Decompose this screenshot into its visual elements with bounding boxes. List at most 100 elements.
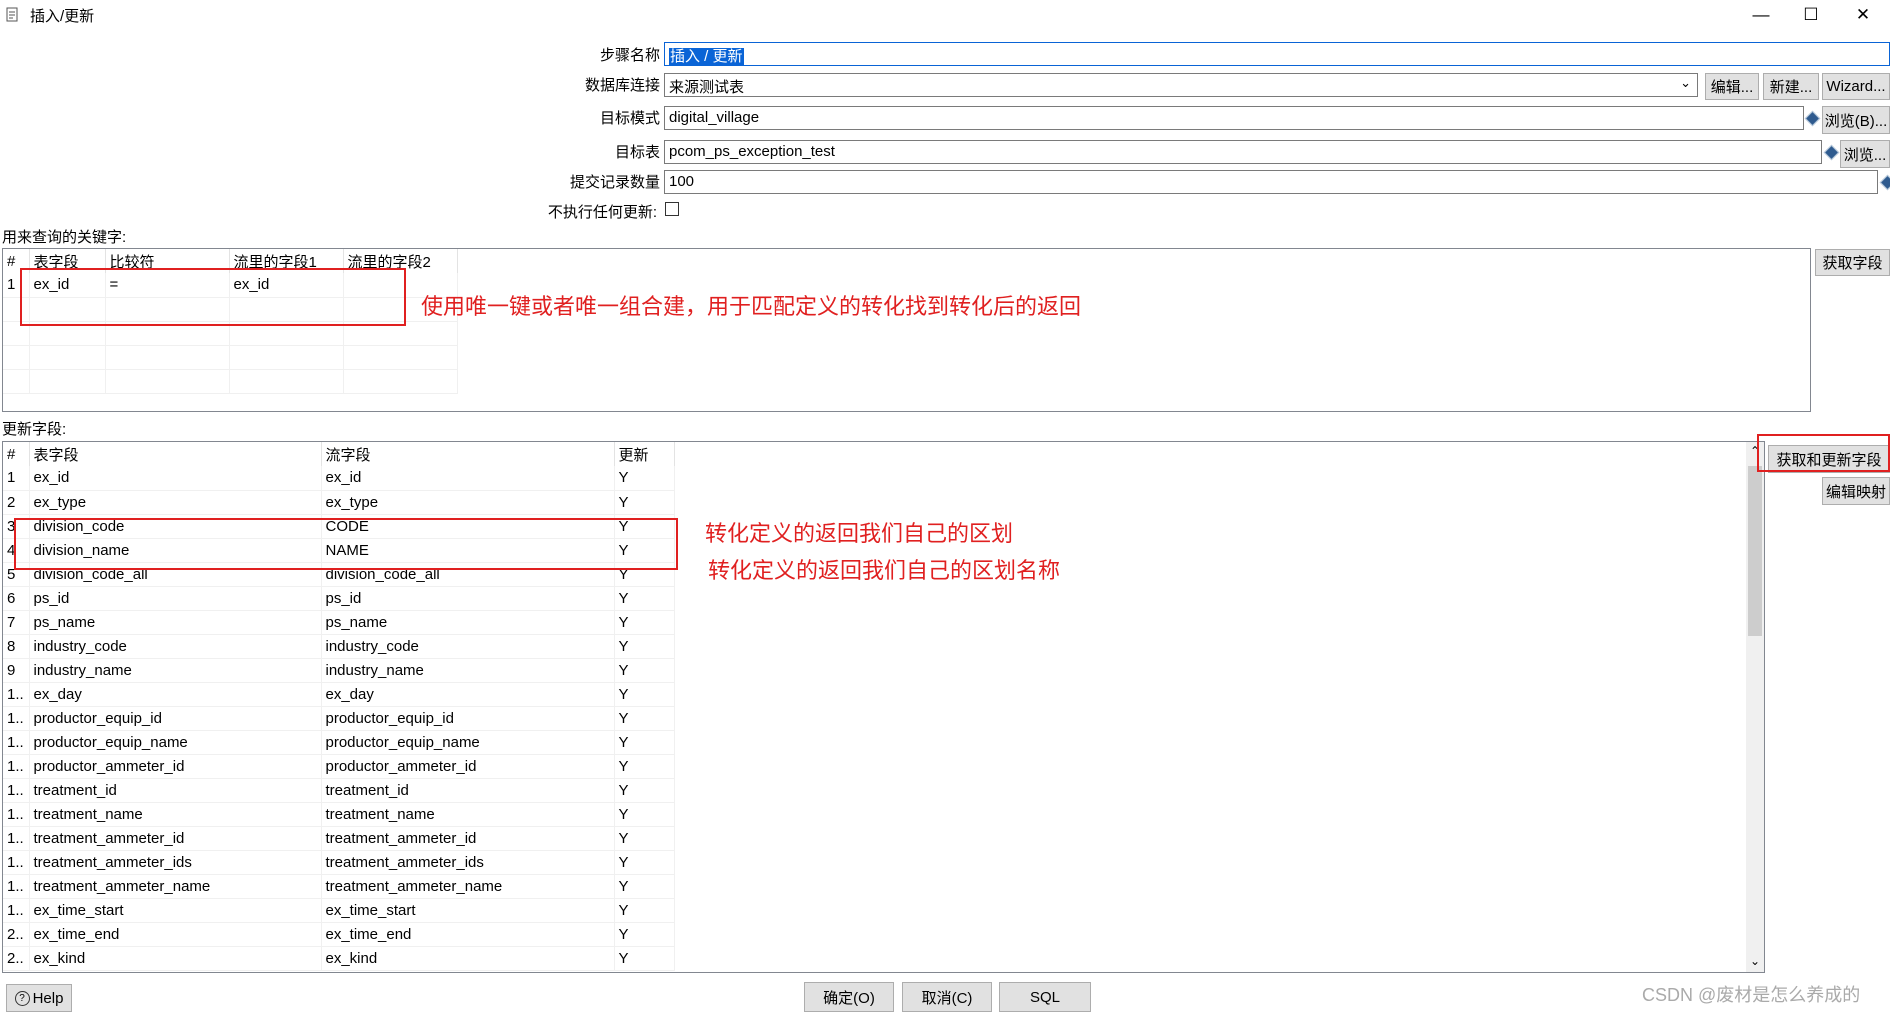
cell-index[interactable]: 1.. xyxy=(3,706,30,731)
commit-size-input[interactable]: 100 xyxy=(664,170,1878,194)
column-header-table-field[interactable]: 表字段 xyxy=(29,442,322,466)
cell-stream-field[interactable]: ex_day xyxy=(321,682,615,707)
column-header-update-flag[interactable]: 更新 xyxy=(614,442,675,466)
cell-stream-field[interactable]: ex_time_end xyxy=(321,922,615,947)
cell-update-flag[interactable]: Y xyxy=(614,802,675,827)
get-fields-button[interactable]: 获取字段 xyxy=(1815,249,1890,276)
new-connection-button[interactable]: 新建... xyxy=(1763,73,1819,100)
table-row[interactable]: 1.. treatment_ammeter_ids treatment_ammete… xyxy=(3,850,675,875)
cell-update-flag[interactable]: Y xyxy=(614,874,675,899)
cell-table-field[interactable]: treatment_name xyxy=(29,802,322,827)
scrollbar-thumb[interactable] xyxy=(1748,466,1762,636)
cell-table-field[interactable]: treatment_ammeter_id xyxy=(29,826,322,851)
table-row[interactable]: 1.. ex_day ex_day Y xyxy=(3,682,675,707)
table-row[interactable]: 1 ex_id ex_id Y xyxy=(3,466,675,491)
table-row[interactable]: 1.. treatment_name treatment_name Y xyxy=(3,802,675,827)
cell-stream-field[interactable]: treatment_id xyxy=(321,778,615,803)
cell-table-field[interactable]: productor_ammeter_id xyxy=(29,754,322,779)
cell-table-field[interactable]: ex_kind xyxy=(29,946,322,971)
no-update-checkbox[interactable] xyxy=(665,202,679,216)
cell-stream-field[interactable]: productor_equip_id xyxy=(321,706,615,731)
cell-table-field[interactable]: ex_time_end xyxy=(29,922,322,947)
cell-table-field[interactable]: industry_name xyxy=(29,658,322,683)
cell-update-flag[interactable]: Y xyxy=(614,586,675,611)
cell-stream-field[interactable]: ex_type xyxy=(321,490,615,515)
cell-stream-field[interactable]: ex_id xyxy=(321,466,615,491)
cell-table-field[interactable]: productor_equip_id xyxy=(29,706,322,731)
table-row[interactable]: 2.. ex_kind ex_kind Y xyxy=(3,946,675,971)
target-table-input[interactable]: pcom_ps_exception_test xyxy=(664,140,1822,164)
table-row[interactable]: 1.. productor_equip_id productor_equip_id Y xyxy=(3,706,675,731)
cell-table-field[interactable]: productor_equip_name xyxy=(29,730,322,755)
cell-update-flag[interactable]: Y xyxy=(614,730,675,755)
maximize-icon[interactable]: ☐ xyxy=(1788,2,1834,28)
cell-index[interactable]: 1.. xyxy=(3,754,30,779)
cell-index[interactable]: 1.. xyxy=(3,682,30,707)
cell-update-flag[interactable]: Y xyxy=(614,634,675,659)
cell-stream-field[interactable]: treatment_name xyxy=(321,802,615,827)
step-name-input[interactable]: 插入 / 更新 xyxy=(664,42,1890,66)
cell-index[interactable]: 1.. xyxy=(3,874,30,899)
cell-update-flag[interactable]: Y xyxy=(614,610,675,635)
cell-index[interactable]: 2.. xyxy=(3,922,30,947)
cell-index[interactable]: 1 xyxy=(3,466,30,491)
cell-update-flag[interactable]: Y xyxy=(614,922,675,947)
table-row[interactable]: 8 industry_code industry_code Y xyxy=(3,634,675,659)
minimize-icon[interactable]: — xyxy=(1738,2,1784,28)
table-row[interactable]: 1.. productor_ammeter_id productor_ammeter… xyxy=(3,754,675,779)
cell-update-flag[interactable]: Y xyxy=(614,778,675,803)
edit-connection-button[interactable]: 编辑... xyxy=(1705,73,1759,100)
cell-stream-field[interactable]: treatment_ammeter_name xyxy=(321,874,615,899)
cell-update-flag[interactable]: Y xyxy=(614,490,675,515)
cell-stream-field[interactable]: treatment_ammeter_ids xyxy=(321,850,615,875)
cell-table-field[interactable]: ex_day xyxy=(29,682,322,707)
table-row[interactable]: 1.. treatment_ammeter_id treatment_ammeter… xyxy=(3,826,675,851)
table-row[interactable]: 1.. treatment_id treatment_id Y xyxy=(3,778,675,803)
cell-update-flag[interactable]: Y xyxy=(614,682,675,707)
table-row[interactable]: 1.. productor_equip_name productor_equip_n… xyxy=(3,730,675,755)
cell-index[interactable]: 1.. xyxy=(3,802,30,827)
cell-stream-field[interactable]: ex_kind xyxy=(321,946,615,971)
cell-table-field[interactable]: treatment_ammeter_name xyxy=(29,874,322,899)
table-row[interactable]: 9 industry_name industry_name Y xyxy=(3,658,675,683)
cell-stream-field[interactable]: industry_name xyxy=(321,658,615,683)
cell-table-field[interactable]: ps_name xyxy=(29,610,322,635)
cell-index[interactable]: 9 xyxy=(3,658,30,683)
cell-update-flag[interactable]: Y xyxy=(614,754,675,779)
table-row[interactable]: 1.. ex_time_start ex_time_start Y xyxy=(3,898,675,923)
table-row[interactable]: 1.. treatment_ammeter_name treatment_ammet… xyxy=(3,874,675,899)
cell-update-flag[interactable]: Y xyxy=(614,946,675,971)
vertical-scrollbar[interactable]: ⌃ ⌄ xyxy=(1746,442,1764,972)
cell-table-field[interactable]: ps_id xyxy=(29,586,322,611)
help-button[interactable]: ? Help xyxy=(6,984,72,1012)
cell-table-field[interactable]: ex_time_start xyxy=(29,898,322,923)
cell-index[interactable]: 1.. xyxy=(3,898,30,923)
cell-index[interactable]: 8 xyxy=(3,634,30,659)
table-row[interactable]: 2 ex_type ex_type Y xyxy=(3,490,675,515)
column-header-stream-field[interactable]: 流字段 xyxy=(321,442,615,466)
table-row[interactable]: 2.. ex_time_end ex_time_end Y xyxy=(3,922,675,947)
ok-button[interactable]: 确定(O) xyxy=(804,982,894,1012)
cell-stream-field[interactable]: industry_code xyxy=(321,634,615,659)
cell-index[interactable]: 7 xyxy=(3,610,30,635)
cell-stream-field[interactable]: ex_time_start xyxy=(321,898,615,923)
cell-index[interactable]: 1.. xyxy=(3,850,30,875)
cell-stream-field[interactable]: productor_ammeter_id xyxy=(321,754,615,779)
cell-stream-field[interactable]: ps_id xyxy=(321,586,615,611)
browse-table-button[interactable]: 浏览... xyxy=(1840,140,1890,168)
cell-index[interactable]: 1.. xyxy=(3,778,30,803)
cell-update-flag[interactable]: Y xyxy=(614,706,675,731)
cell-index[interactable]: 1.. xyxy=(3,826,30,851)
db-connection-select[interactable]: 来源测试表 ⌄ xyxy=(664,73,1698,97)
cell-index[interactable]: 2.. xyxy=(3,946,30,971)
cell-update-flag[interactable]: Y xyxy=(614,466,675,491)
close-icon[interactable]: ✕ xyxy=(1840,2,1886,28)
edit-mapping-button[interactable]: 编辑映射 xyxy=(1822,477,1890,505)
cell-update-flag[interactable]: Y xyxy=(614,826,675,851)
cell-index[interactable]: 6 xyxy=(3,586,30,611)
sql-button[interactable]: SQL xyxy=(999,982,1091,1012)
cell-index[interactable]: 2 xyxy=(3,490,30,515)
cell-table-field[interactable]: treatment_id xyxy=(29,778,322,803)
target-schema-input[interactable]: digital_village xyxy=(664,106,1804,130)
cell-stream-field[interactable]: productor_equip_name xyxy=(321,730,615,755)
